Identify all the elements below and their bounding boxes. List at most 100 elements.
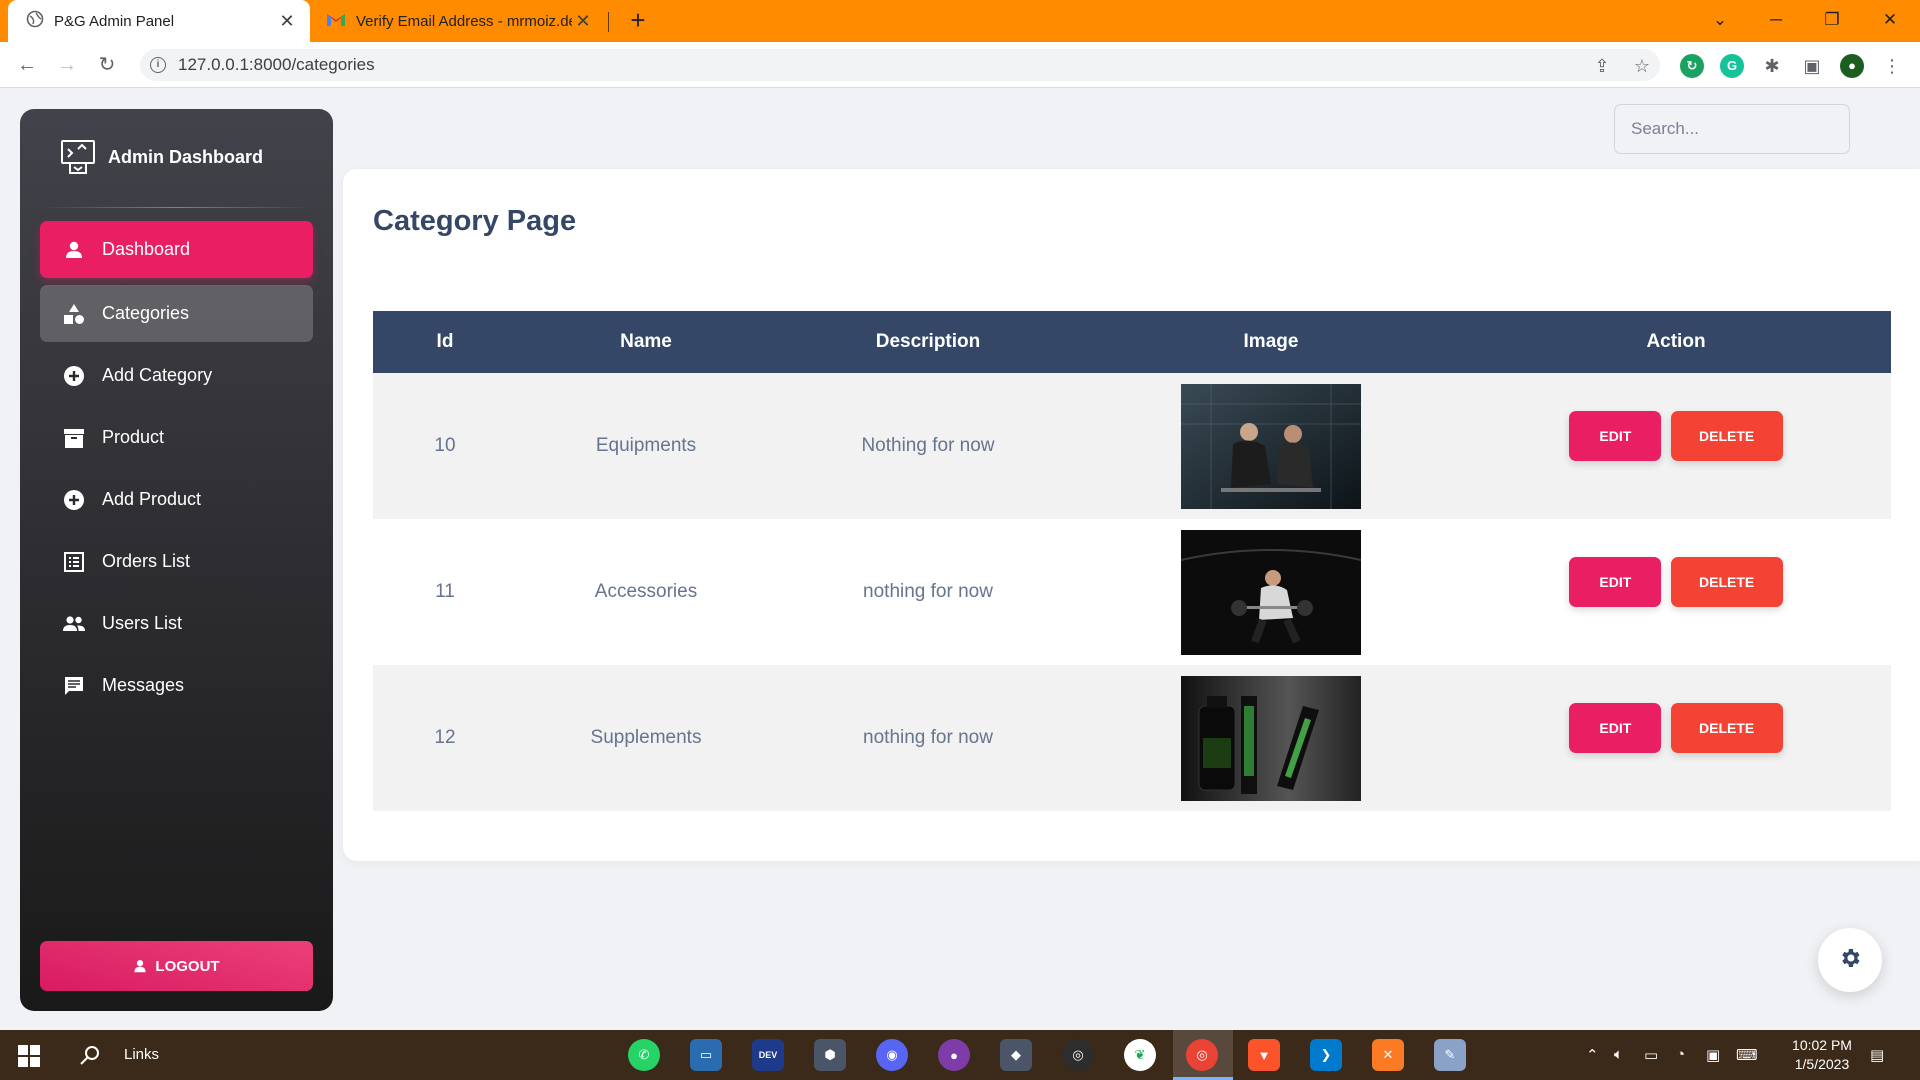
grammarly-extension-icon[interactable]: ↻ [1680,54,1704,78]
minimize-icon[interactable]: ─ [1756,0,1796,42]
back-arrow-icon[interactable]: ← [12,50,42,80]
battery-icon[interactable]: ▭ [1644,1046,1658,1064]
add-circle-icon [62,364,86,388]
browser-tab-bar: P&G Admin Panel ✕ Verify Email Address -… [0,0,1920,42]
window-close-icon[interactable]: ✕ [1870,0,1910,42]
tab-title: Verify Email Address - mrmoiz.de [356,12,572,30]
sidebar-item-orders-list[interactable]: Orders List [40,533,313,590]
column-header-image: Image [1081,311,1461,373]
clock[interactable]: 10:02 PM 1/5/2023 [1776,1036,1868,1074]
table-header-row: Id Name Description Image Action [373,311,1891,373]
divider [40,207,313,208]
cell-description: nothing for now [775,519,1081,665]
share-icon[interactable]: ⇪ [1590,54,1614,78]
edit-button[interactable]: EDIT [1569,411,1662,461]
tab-search-chevron-icon[interactable]: ⌄ [1700,0,1740,42]
discord-icon[interactable]: ◉ [876,1039,908,1071]
category-card: Category Page Id Name Description Image … [343,169,1920,861]
reload-icon[interactable]: ↻ [92,50,122,80]
restore-icon[interactable]: ❐ [1812,0,1852,42]
sidebar-item-label: Orders List [102,551,191,571]
sidebar-item-label: Add Product [102,489,202,509]
sidebar-item-users-list[interactable]: Users List [40,595,313,652]
vscode-icon[interactable]: ❯ [1310,1039,1342,1071]
tab-admin-panel[interactable]: P&G Admin Panel ✕ [8,0,310,42]
search-icon[interactable] [78,1043,102,1067]
url-text: 127.0.0.1:8000/categories [178,55,375,74]
extensions-puzzle-icon[interactable]: ✱ [1760,54,1784,78]
settings-gear-button[interactable] [1818,928,1882,992]
laptop-app-icon[interactable]: ▭ [690,1039,722,1071]
git-app-icon[interactable]: ◆ [1000,1039,1032,1071]
cell-image [1081,373,1461,519]
notifications-icon[interactable]: ▤ [1870,1046,1884,1064]
cell-action: EDIT DELETE [1461,519,1891,665]
cell-id: 11 [373,519,517,665]
bookmark-star-icon[interactable]: ☆ [1630,54,1654,78]
logout-label: LOGOUT [155,957,220,975]
brand[interactable]: Admin Dashboard [60,139,263,175]
tab-verify-email[interactable]: Verify Email Address - mrmoiz.de ✕ [316,0,606,42]
delete-button[interactable]: DELETE [1670,557,1783,607]
device-icon[interactable]: ▣ [1706,1046,1720,1064]
brave-icon[interactable]: ▼ [1248,1039,1280,1071]
mongodb-icon[interactable]: ❦ [1124,1039,1156,1071]
search-input[interactable] [1614,104,1850,154]
chat-icon [62,674,86,698]
kebab-menu-icon[interactable]: ⋮ [1880,54,1904,78]
taskbar-links[interactable]: Links [124,1046,159,1063]
table-row: 10 Equipments Nothing for now EDIT DELET… [373,373,1891,519]
whatsapp-icon[interactable]: ✆ [628,1039,660,1071]
page-title: Category Page [373,205,577,237]
cell-description: Nothing for now [775,373,1081,519]
add-circle-icon [62,488,86,512]
keyboard-icon[interactable]: ⌨ [1736,1046,1758,1064]
logout-button[interactable]: LOGOUT [40,941,313,991]
chevron-up-icon[interactable]: ⌃ [1586,1046,1599,1064]
tab-title: P&G Admin Panel [54,12,175,30]
delete-button[interactable]: DELETE [1670,411,1783,461]
sidebar-item-messages[interactable]: Messages [40,657,313,714]
close-icon[interactable]: ✕ [572,11,594,32]
edit-button[interactable]: EDIT [1569,557,1662,607]
paint-icon[interactable]: ✎ [1434,1039,1466,1071]
wifi-icon[interactable]: ◔ [1676,1046,1685,1063]
grammarly-g-extension-icon[interactable]: G [1720,54,1744,78]
cell-image [1081,519,1461,665]
people-icon [62,612,86,636]
sidebar-item-categories[interactable]: Categories [40,285,313,342]
sidebar-item-add-category[interactable]: Add Category [40,347,313,404]
windows-start-icon[interactable] [18,1045,40,1067]
gmail-icon [326,11,346,31]
new-tab-plus-icon[interactable]: + [624,6,652,34]
xampp-icon[interactable]: ✕ [1372,1039,1404,1071]
chrome-icon[interactable]: ◎ [1186,1039,1218,1071]
sidebar-item-dashboard[interactable]: Dashboard [40,221,313,278]
sidebar-item-product[interactable]: Product [40,409,313,466]
edit-button[interactable]: EDIT [1569,703,1662,753]
brand-title: Admin Dashboard [108,146,264,167]
side-panel-icon[interactable]: ▣ [1800,54,1824,78]
profile-avatar-icon[interactable]: ● [1840,54,1864,78]
speaker-icon[interactable]: 🔈︎ [1614,1046,1623,1063]
column-header-id: Id [373,311,517,373]
obs-icon[interactable]: ◎ [1062,1039,1094,1071]
category-image-protein [1181,675,1361,801]
cell-image [1081,665,1461,811]
sidebar-item-add-product[interactable]: Add Product [40,471,313,528]
github-icon[interactable]: ● [938,1039,970,1071]
categories-table: Id Name Description Image Action 10 Equi… [373,311,1891,811]
list-alt-icon [62,550,86,574]
delete-button[interactable]: DELETE [1670,703,1783,753]
person-icon [133,959,147,973]
person-icon [62,238,86,262]
url-field[interactable]: i 127.0.0.1:8000/categories [140,49,1660,81]
sidebar-item-label: Categories [102,303,190,323]
column-header-description: Description [775,311,1081,373]
close-icon[interactable]: ✕ [276,11,298,32]
forward-arrow-icon[interactable]: → [52,50,82,80]
dev-app-icon[interactable]: DEV [752,1039,784,1071]
address-bar: ← → ↻ i 127.0.0.1:8000/categories ⇪ ☆ ↻ … [0,42,1920,88]
cube-app-icon[interactable]: ⬢ [814,1039,846,1071]
site-info-icon[interactable]: i [150,57,166,73]
